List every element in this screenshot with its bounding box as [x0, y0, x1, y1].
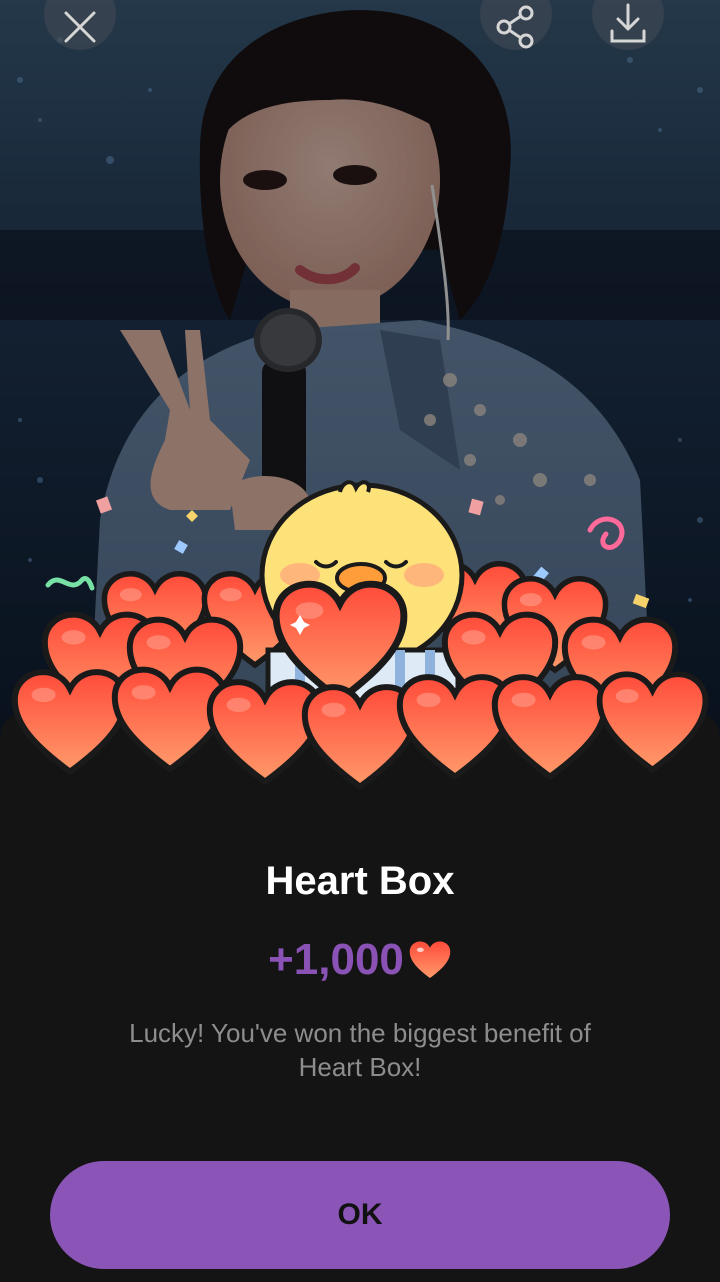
reward-row: +1,000	[0, 934, 720, 986]
ok-button[interactable]: OK	[50, 1161, 670, 1269]
heart-box-illustration	[0, 480, 720, 810]
close-icon	[64, 11, 96, 43]
dialog-message: Lucky! You've won the biggest benefit of…	[129, 1018, 591, 1082]
share-icon	[496, 5, 534, 49]
download-icon	[610, 3, 646, 43]
dialog-title: Heart Box	[265, 859, 455, 903]
heart-icon	[409, 941, 451, 979]
reward-amount: +1,000	[268, 935, 404, 984]
